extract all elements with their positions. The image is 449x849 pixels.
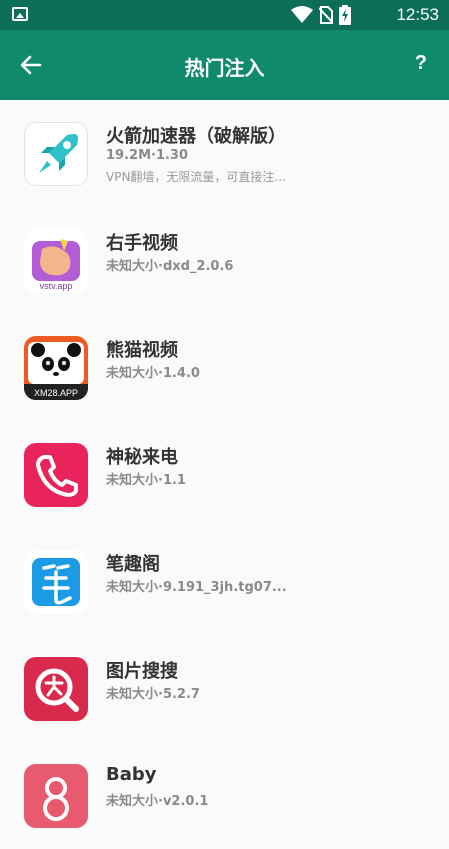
icon-caption: vstv.app xyxy=(39,281,73,291)
app-meta: 未知大小·1.1 xyxy=(106,473,186,488)
list-item[interactable]: 图片搜搜 未知大小·5.2.7 xyxy=(0,635,449,742)
app-bar: 热门注入 ? xyxy=(0,30,449,100)
app-meta: 19.2M·1.30 xyxy=(106,148,189,163)
pen-icon xyxy=(24,550,88,614)
list-item[interactable]: XM28.APP 熊猫视频 未知大小·1.4.0 xyxy=(0,314,449,421)
rocket-icon xyxy=(24,122,88,186)
app-list: 火箭加速器（破解版） 19.2M·1.30 VPN翻墙，无限流量，可直接注...… xyxy=(0,100,449,849)
app-name: 右手视频 xyxy=(106,233,178,254)
no-sim-icon xyxy=(319,6,333,24)
app-name: 笔趣阁 xyxy=(106,554,160,575)
status-icons xyxy=(291,5,351,25)
app-meta: 未知大小·5.2.7 xyxy=(106,687,200,702)
page-title: 热门注入 xyxy=(184,56,265,80)
list-item[interactable]: 神秘来电 未知大小·1.1 xyxy=(0,421,449,528)
icon-caption: XM28.APP xyxy=(33,388,79,398)
vstv-icon: vstv.app xyxy=(24,229,88,293)
image-icon xyxy=(12,7,28,21)
app-meta: 未知大小·9.191_3jh.tg07... xyxy=(106,580,287,595)
baby-icon xyxy=(24,764,88,828)
list-item[interactable]: vstv.app 右手视频 未知大小·dxd_2.0.6 xyxy=(0,207,449,314)
app-name: 图片搜搜 xyxy=(106,661,178,682)
clock: 12:53 xyxy=(396,5,439,24)
app-name: Baby xyxy=(106,764,157,785)
app-meta: 未知大小·dxd_2.0.6 xyxy=(106,259,234,274)
wifi-icon xyxy=(291,6,313,23)
status-bar: 12:53 xyxy=(0,0,449,30)
app-name: 火箭加速器（破解版） xyxy=(106,126,286,147)
app-description: VPN翻墙，无限流量，可直接注... xyxy=(106,170,286,184)
app-name: 熊猫视频 xyxy=(106,340,178,361)
battery-charging-icon xyxy=(339,5,351,25)
panda-icon: XM28.APP xyxy=(24,336,88,400)
phone-icon xyxy=(24,443,88,507)
list-item[interactable]: Baby 未知大小·v2.0.1 xyxy=(0,742,449,849)
app-meta: 未知大小·1.4.0 xyxy=(106,366,200,381)
help-button[interactable]: ? xyxy=(415,52,427,75)
search-image-icon xyxy=(24,657,88,721)
list-item[interactable]: 火箭加速器（破解版） 19.2M·1.30 VPN翻墙，无限流量，可直接注... xyxy=(0,100,449,207)
app-name: 神秘来电 xyxy=(106,447,178,468)
list-item[interactable]: 笔趣阁 未知大小·9.191_3jh.tg07... xyxy=(0,528,449,635)
